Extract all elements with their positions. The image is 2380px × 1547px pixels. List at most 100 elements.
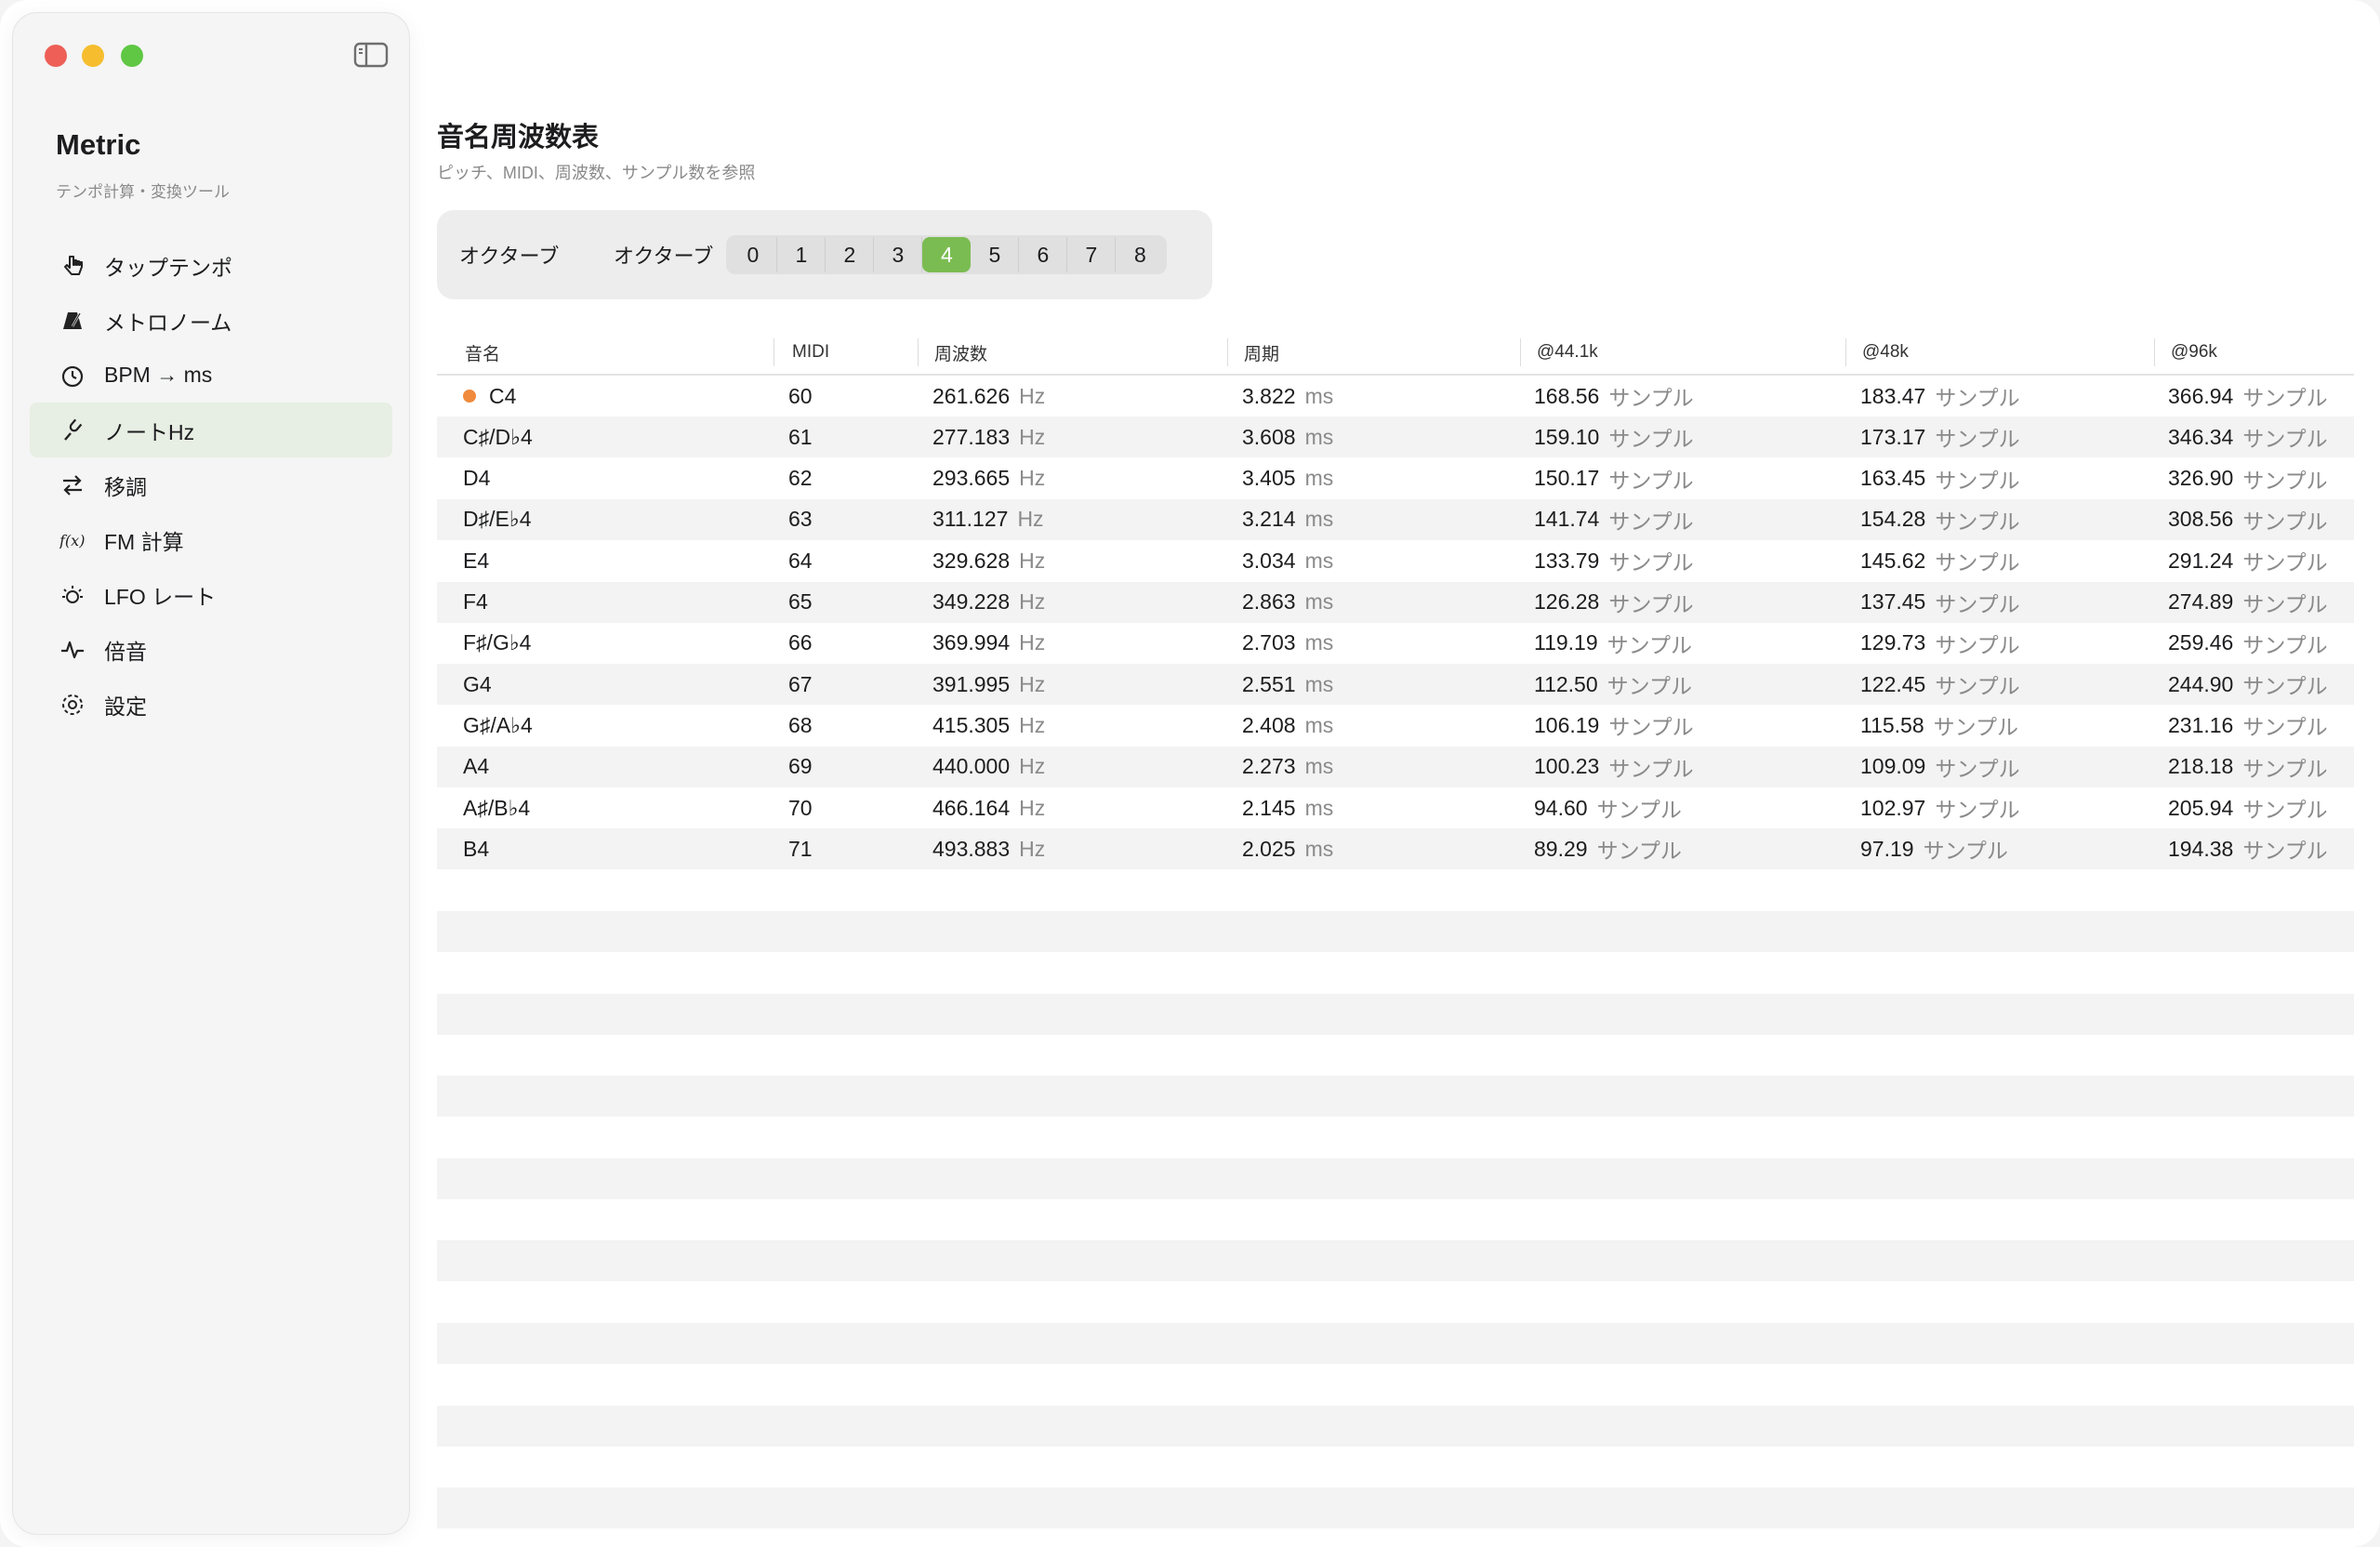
zoom-window-button[interactable]	[121, 45, 143, 67]
samples-96k-cell-unit: サンプル	[2242, 468, 2328, 493]
midi-cell-value: 63	[788, 507, 813, 532]
octave-option-0[interactable]: 0	[729, 237, 778, 272]
samples-44k-cell-value: 119.19	[1534, 630, 1598, 655]
octave-option-6[interactable]: 6	[1019, 237, 1068, 272]
samples-48k-cell-unit: サンプル	[1935, 509, 2020, 534]
sidebar-item-harmonics[interactable]: 倍音	[30, 622, 392, 677]
period-cell-unit: ms	[1304, 836, 1334, 861]
sidebar-item-bpm-ms[interactable]: BPM → ms	[30, 348, 392, 403]
midi-cell: 61	[788, 416, 813, 457]
table-row[interactable]: F4 65 349.228 Hz 2.863 ms 126.28 サンプル 137.45 サンプル…	[437, 581, 2354, 623]
octave-picker-label: オクターブ	[614, 245, 714, 268]
period-cell: 3.405 ms	[1242, 458, 1333, 499]
frequency-cell-unit: Hz	[1019, 754, 1046, 779]
samples-48k-cell: 102.97 サンプル	[1860, 787, 2020, 828]
octave-option-7[interactable]: 7	[1067, 237, 1117, 272]
period-cell: 3.608 ms	[1242, 416, 1333, 457]
table-row[interactable]: G4 67 391.995 Hz 2.551 ms 112.50 サンプル 122.45 サンプル…	[437, 664, 2354, 706]
period-cell-unit: ms	[1304, 466, 1334, 491]
close-window-button[interactable]	[45, 45, 67, 67]
frequency-cell: 493.883 Hz	[932, 828, 1045, 869]
sidebar-item-note-hz[interactable]: ノートHz	[30, 403, 392, 457]
samples-44k-cell-unit: サンプル	[1596, 798, 1682, 822]
octave-option-5[interactable]: 5	[971, 237, 1020, 272]
sidebar-toggle-icon[interactable]	[353, 41, 389, 69]
app-window: Metric テンポ計算・変換ツール タップテンポ メトロノーム BPM → m…	[0, 0, 2380, 1547]
column-header-note[interactable]: 音名	[465, 331, 500, 374]
sidebar-item-metronome[interactable]: メトロノーム	[30, 293, 392, 348]
samples-96k-cell-unit: サンプル	[2242, 674, 2328, 699]
period-cell-unit: ms	[1304, 712, 1334, 737]
table-row[interactable]: D4 62 293.665 Hz 3.405 ms 150.17 サンプル 163.45 サンプル…	[437, 458, 2354, 499]
column-header-frequency[interactable]: 周波数	[934, 331, 987, 374]
samples-44k-cell: 133.79 サンプル	[1534, 540, 1694, 581]
frequency-cell: 293.665 Hz	[932, 458, 1045, 499]
samples-96k-cell-value: 231.16	[2168, 712, 2234, 737]
midi-cell-value: 61	[788, 424, 813, 449]
samples-44k-cell: 89.29 サンプル	[1534, 828, 1682, 869]
table-row[interactable]: C♯/D♭4 61 277.183 Hz 3.608 ms 159.10 サンプル 173.17…	[437, 416, 2354, 458]
samples-48k-cell-unit: サンプル	[1923, 839, 2008, 864]
frequency-cell: 369.994 Hz	[932, 623, 1045, 664]
column-header-48k[interactable]: @48k	[1862, 331, 1909, 374]
sidebar-item-label: FM 計算	[104, 529, 184, 554]
frequency-cell-value: 440.000	[932, 754, 1011, 779]
table-row[interactable]: E4 64 329.628 Hz 3.034 ms 133.79 サンプル 145.62 サンプル…	[437, 540, 2354, 581]
table-row[interactable]: D♯/E♭4 63 311.127 Hz 3.214 ms 141.74 サンプル 154.28…	[437, 498, 2354, 540]
empty-table-row	[437, 1405, 2354, 1447]
octave-option-4[interactable]: 4	[922, 237, 972, 272]
samples-48k-cell: 97.19 サンプル	[1860, 828, 2008, 869]
minimize-window-button[interactable]	[82, 45, 104, 67]
note-cell-value: D♯/E♭4	[463, 507, 532, 532]
samples-48k-cell-unit: サンプル	[1935, 427, 2020, 452]
samples-48k-cell: 183.47 サンプル	[1860, 376, 2020, 416]
sidebar-item-fm[interactable]: f(x) FM 計算	[30, 512, 392, 567]
samples-48k-cell-value: 183.47	[1860, 383, 1926, 408]
note-cell-value: F♯/G♭4	[463, 630, 532, 655]
column-header-44k[interactable]: @44.1k	[1537, 331, 1598, 374]
frequency-cell-unit: Hz	[1019, 589, 1046, 614]
empty-table-row	[437, 1282, 2354, 1323]
note-cell-value: G♯/A♭4	[463, 712, 533, 737]
octave-option-1[interactable]: 1	[777, 237, 826, 272]
midi-cell: 64	[788, 540, 813, 581]
frequency-cell-unit: Hz	[1019, 383, 1046, 408]
note-cell-value: C♯/D♭4	[463, 424, 533, 449]
samples-48k-cell-value: 154.28	[1860, 507, 1926, 532]
period-cell: 2.703 ms	[1242, 623, 1333, 664]
samples-96k-cell-unit: サンプル	[2242, 798, 2328, 822]
column-header-midi[interactable]: MIDI	[792, 331, 829, 374]
octave-option-2[interactable]: 2	[826, 237, 875, 272]
sidebar-item-tap-tempo[interactable]: タップテンポ	[30, 238, 392, 293]
period-cell-unit: ms	[1304, 424, 1334, 449]
column-header-96k[interactable]: @96k	[2171, 331, 2217, 374]
note-cell: B4	[463, 828, 489, 869]
table-row[interactable]: B4 71 493.883 Hz 2.025 ms 89.29 サンプル 97.19 サンプル 19…	[437, 828, 2354, 870]
empty-table-row	[437, 1199, 2354, 1240]
samples-96k-cell-value: 218.18	[2168, 754, 2234, 779]
frequency-cell-value: 277.183	[932, 424, 1011, 449]
period-cell-unit: ms	[1304, 754, 1334, 779]
octave-option-3[interactable]: 3	[874, 237, 923, 272]
note-cell: G4	[463, 664, 492, 705]
frequency-cell-value: 329.628	[932, 548, 1011, 573]
midi-cell-value: 64	[788, 548, 813, 573]
samples-96k-cell: 291.24 サンプル	[2168, 540, 2328, 581]
frequency-cell: 391.995 Hz	[932, 664, 1045, 705]
table-row[interactable]: A4 69 440.000 Hz 2.273 ms 100.23 サンプル 109.09 サンプル…	[437, 746, 2354, 787]
period-cell: 2.408 ms	[1242, 705, 1333, 746]
table-row[interactable]: C4 60 261.626 Hz 3.822 ms 168.56 サンプル 183.47 サンプル…	[437, 376, 2354, 416]
sidebar-item-label: タップテンポ	[104, 255, 232, 280]
app-subtitle: テンポ計算・変換ツール	[56, 183, 230, 201]
samples-96k-cell-value: 326.90	[2168, 466, 2234, 491]
samples-96k-cell: 231.16 サンプル	[2168, 705, 2328, 746]
table-row[interactable]: A♯/B♭4 70 466.164 Hz 2.145 ms 94.60 サンプル 102.97 サ…	[437, 787, 2354, 828]
column-header-period[interactable]: 周期	[1244, 331, 1279, 374]
table-row[interactable]: G♯/A♭4 68 415.305 Hz 2.408 ms 106.19 サンプル 115.58…	[437, 705, 2354, 746]
octave-option-8[interactable]: 8	[1116, 237, 1164, 272]
sidebar-item-transpose[interactable]: 移調	[30, 457, 392, 512]
sidebar-item-lfo[interactable]: LFO レート	[30, 567, 392, 622]
samples-96k-cell-unit: サンプル	[2242, 386, 2328, 410]
table-row[interactable]: F♯/G♭4 66 369.994 Hz 2.703 ms 119.19 サンプル 129.73…	[437, 623, 2354, 664]
sidebar-item-settings[interactable]: 設定	[30, 677, 392, 732]
